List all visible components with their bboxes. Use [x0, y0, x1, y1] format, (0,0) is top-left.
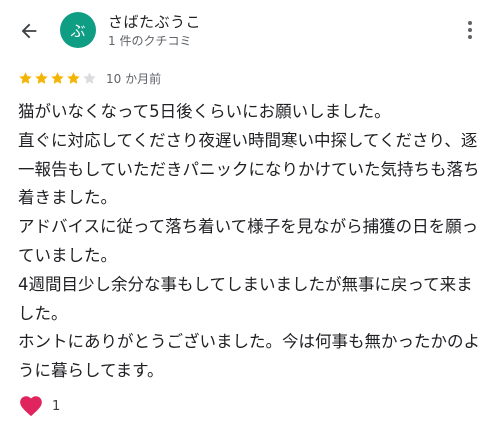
reaction-button[interactable]: 1 — [18, 393, 60, 419]
reviewer-name[interactable]: さばたぶうこ — [108, 11, 201, 32]
avatar[interactable]: ぶ — [60, 12, 96, 48]
more-options-button[interactable] — [456, 14, 484, 46]
back-button[interactable] — [14, 16, 44, 46]
star-filled-icon — [51, 71, 64, 84]
more-vert-icon-dot — [468, 28, 472, 32]
review-count: 1 件のクチコミ — [108, 34, 192, 48]
star-rating — [18, 71, 97, 86]
reaction-count: 1 — [52, 398, 61, 414]
more-vert-icon — [468, 21, 472, 25]
more-vert-icon-dot — [468, 35, 472, 39]
review-text: 猫がいなくなって5日後くらいにお願いしました。 直ぐに対応してくださり夜遅い時間… — [18, 102, 480, 381]
review-time: 10 か月前 — [106, 71, 162, 86]
star-empty-icon — [83, 71, 96, 84]
star-filled-icon — [19, 71, 32, 84]
red-heart-icon — [20, 396, 42, 417]
review-header: ぶ さばたぶうこ 1 件のクチコミ — [0, 0, 500, 60]
arrow-left-icon — [21, 23, 37, 39]
star-filled-icon — [35, 71, 48, 84]
avatar-letter: ぶ — [70, 21, 86, 40]
rating-row: 10 か月前 — [18, 70, 161, 86]
star-filled-icon — [67, 71, 80, 84]
